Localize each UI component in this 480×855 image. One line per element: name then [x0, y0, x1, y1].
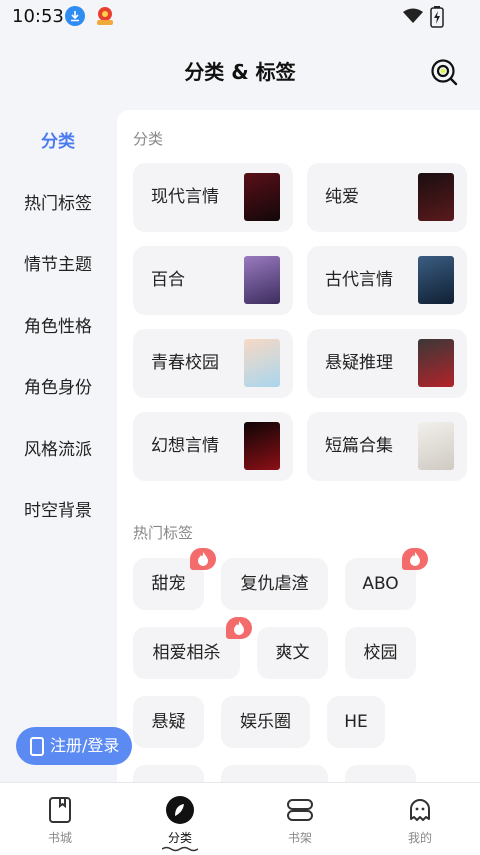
- sidebar-item-plot-theme[interactable]: 情节主题: [0, 235, 116, 297]
- status-time: 10:53: [12, 6, 64, 27]
- hot-flame-icon: [226, 617, 252, 639]
- tag-chip[interactable]: 甜宠: [133, 548, 216, 610]
- status-bar: 10:53: [0, 0, 480, 34]
- hot-flame-icon: [190, 548, 216, 570]
- category-card[interactable]: 青春校园: [133, 329, 293, 398]
- book-cover-image: [244, 256, 280, 304]
- category-card[interactable]: 现代言情: [133, 163, 293, 232]
- tag-chip-label: 爽文: [275, 643, 310, 663]
- content-panel: 分类 现代言情 纯爱 百合 古代言情 青春校园 悬疑推理 幻想言情 短篇合集 热…: [117, 110, 480, 790]
- category-card-label: 现代言情: [151, 187, 219, 207]
- tag-chip-label: 甜宠: [151, 574, 186, 594]
- bookstore-icon: [45, 795, 75, 825]
- profile-icon: [405, 795, 435, 825]
- sidebar-item-character-personality[interactable]: 角色性格: [0, 297, 116, 359]
- book-cover-image: [418, 173, 454, 221]
- sidebar-item-hot-tags[interactable]: 热门标签: [0, 174, 116, 236]
- tag-chip-label: ABO: [362, 574, 399, 594]
- section-heading-hot-tags: 热门标签: [133, 524, 194, 542]
- book-cover-image: [418, 256, 454, 304]
- app-notification-icon: [94, 6, 116, 26]
- nav-item-category[interactable]: 分类: [120, 783, 240, 855]
- register-login-button[interactable]: 注册/登录: [16, 727, 132, 765]
- tag-chip[interactable]: ABO: [345, 548, 428, 610]
- battery-icon: [430, 6, 444, 32]
- category-card[interactable]: 纯爱: [307, 163, 467, 232]
- category-card-label: 青春校园: [151, 353, 219, 373]
- wifi-icon: [402, 8, 424, 28]
- download-icon: [65, 6, 85, 26]
- tag-chip-label: 校园: [363, 643, 398, 663]
- book-cover-image: [244, 422, 280, 470]
- search-icon[interactable]: [430, 58, 458, 86]
- tag-chip[interactable]: HE: [327, 696, 385, 748]
- category-icon: [165, 795, 195, 825]
- section-heading-categories: 分类: [133, 130, 164, 148]
- category-card-label: 悬疑推理: [325, 353, 393, 373]
- category-card[interactable]: 幻想言情: [133, 412, 293, 481]
- book-cover-image: [244, 173, 280, 221]
- active-wave-indicator: [162, 846, 198, 852]
- nav-item-profile[interactable]: 我的: [360, 783, 480, 855]
- tag-chip[interactable]: 复仇虐渣: [221, 558, 328, 610]
- tag-chip-label: 复仇虐渣: [240, 574, 309, 594]
- bottom-nav: 书城 分类 书架 我的: [0, 782, 480, 855]
- nav-item-bookstore[interactable]: 书城: [0, 783, 120, 855]
- phone-icon: [30, 737, 44, 756]
- category-card[interactable]: 百合: [133, 246, 293, 315]
- category-card[interactable]: 古代言情: [307, 246, 467, 315]
- sidebar-item-style-genre[interactable]: 风格流派: [0, 420, 116, 482]
- tag-chip[interactable]: 校园: [345, 627, 416, 679]
- register-login-label: 注册/登录: [50, 736, 120, 755]
- category-card-label: 短篇合集: [325, 436, 393, 456]
- page-title: 分类 & 标签: [184, 60, 296, 84]
- category-card-label: 百合: [151, 270, 185, 290]
- category-sidebar: 分类 热门标签 情节主题 角色性格 角色身份 风格流派 时空背景: [0, 112, 116, 543]
- sidebar-item-character-identity[interactable]: 角色身份: [0, 358, 116, 420]
- tag-chip[interactable]: 悬疑: [133, 696, 204, 748]
- tag-chip[interactable]: 相爱相杀: [133, 617, 252, 679]
- nav-label: 书城: [47, 831, 72, 845]
- tag-chip[interactable]: 娱乐圈: [221, 696, 310, 748]
- tag-chip-label: 相爱相杀: [152, 643, 221, 663]
- book-cover-image: [418, 339, 454, 387]
- book-cover-image: [244, 339, 280, 387]
- hot-flame-icon: [402, 548, 428, 570]
- bookshelf-icon: [285, 795, 315, 825]
- category-card[interactable]: 悬疑推理: [307, 329, 467, 398]
- tag-chip-label: HE: [344, 712, 368, 732]
- category-card[interactable]: 短篇合集: [307, 412, 467, 481]
- nav-item-bookshelf[interactable]: 书架: [240, 783, 360, 855]
- category-card-label: 古代言情: [325, 270, 393, 290]
- category-card-label: 幻想言情: [151, 436, 219, 456]
- nav-label: 书架: [287, 831, 312, 845]
- tag-chip[interactable]: 爽文: [257, 627, 328, 679]
- sidebar-item-time-setting[interactable]: 时空背景: [0, 481, 116, 543]
- book-cover-image: [418, 422, 454, 470]
- nav-label: 我的: [407, 831, 432, 845]
- nav-label: 分类: [167, 831, 192, 845]
- category-card-label: 纯爱: [325, 187, 359, 207]
- tag-chip-label: 娱乐圈: [240, 712, 291, 732]
- sidebar-item-category[interactable]: 分类: [0, 112, 116, 174]
- tag-chip-label: 悬疑: [151, 712, 186, 732]
